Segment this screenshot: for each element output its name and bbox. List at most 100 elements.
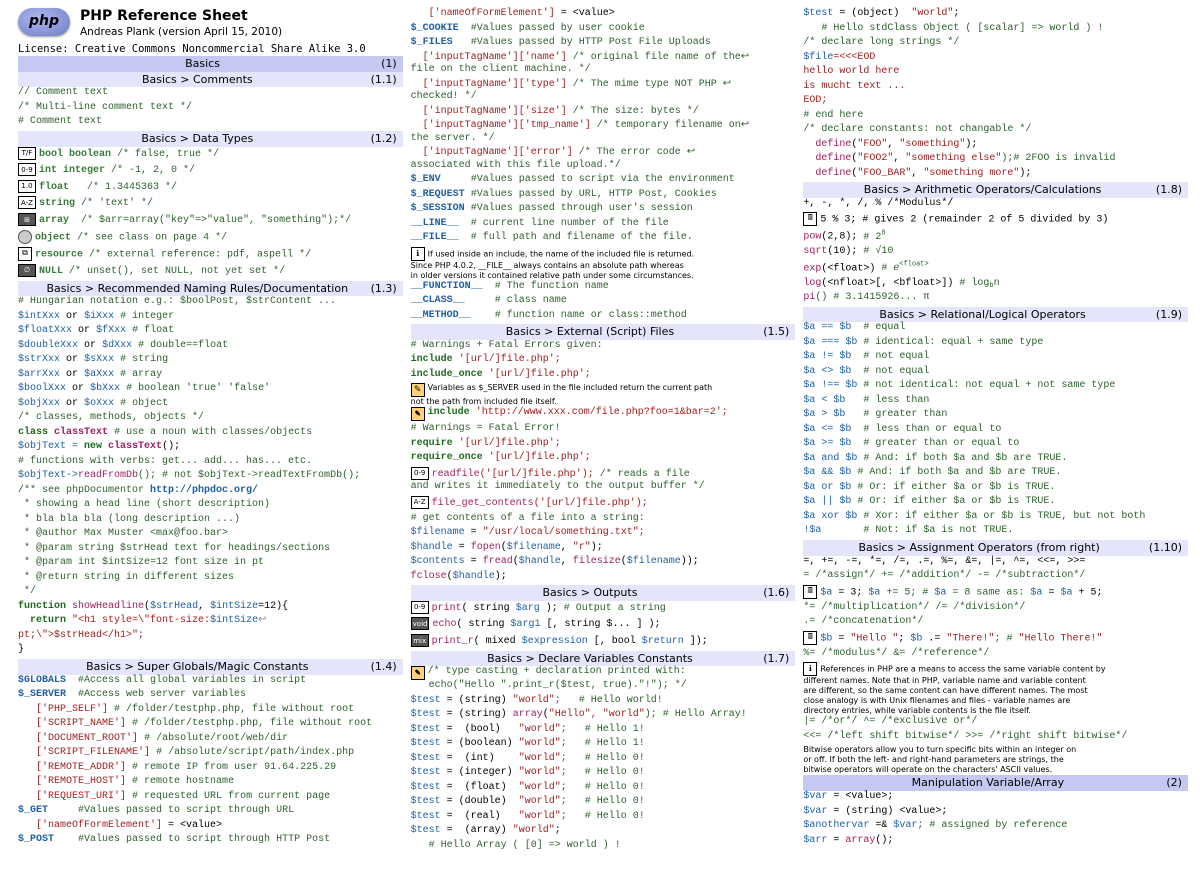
section-number: (1.4) [371, 660, 397, 674]
code-line: include_once '[url/]file.php'; [411, 369, 796, 382]
code-line: ['SCRIPT_FILENAME'] # /absolute/script/p… [18, 747, 403, 760]
code-line: $a && $b # And: if both $a and $b are TR… [803, 467, 1188, 480]
code-line: include '[url/]file.php'; [411, 354, 796, 367]
note-block: ℹReferences in PHP are a means to access… [803, 662, 1188, 716]
code-line: $a !== $b # not identical: not equal + n… [803, 380, 1188, 393]
code-line: ['REMOTE_HOST'] # remote hostname [18, 776, 403, 789]
code-line: ['nameOfFormElement'] = <value> [18, 820, 403, 833]
code-line: pi() # 3.1415926... π [803, 292, 1188, 305]
pencil-icon: ✎ [411, 666, 425, 680]
section-declare: Basics > Declare Variables Constants (1.… [411, 651, 796, 667]
code-line: ✎include 'http://www.xxx.com/file.php?fo… [411, 407, 796, 421]
section-basics: Basics (1) [18, 56, 403, 72]
code-line: 0-9int integer /* -1, 2, 0 */ [18, 163, 403, 178]
code-line: $_COOKIE #Values passed by user cookie [411, 23, 796, 36]
code-line: $test = (array) "world"; [411, 825, 796, 838]
code-line: * @param int $intSize=12 font size in pt [18, 557, 403, 570]
code-line: exp(<float>) # ℯ<float> [803, 261, 1188, 276]
code-line: ⧉resource /* external reference: pdf, as… [18, 247, 403, 262]
code-line: // Comment text [18, 87, 403, 100]
page-title: PHP Reference Sheet [80, 8, 282, 26]
array-badge-icon: ⊞ [18, 213, 36, 226]
code-line: $_GET #Values passed to script through U… [18, 805, 403, 818]
string-badge-icon: A-Z [18, 196, 36, 209]
code-line: $test = (boolean) "world"; # Hello 1! [411, 738, 796, 751]
code-line: * bla bla bla (long description ...) [18, 514, 403, 527]
title-block: php PHP Reference Sheet Andreas Plank (v… [18, 8, 403, 39]
code-line: # Comment text [18, 116, 403, 129]
code-line: 0-9print( string $arg ); # Output a stri… [411, 601, 796, 616]
page: php PHP Reference Sheet Andreas Plank (v… [0, 0, 1200, 869]
code-line: __FILE__ # full path and filename of the… [411, 232, 796, 245]
section-title: Basics > External (Script) Files [417, 325, 764, 339]
section-title: Basics > Recommended Naming Rules/Docume… [24, 282, 371, 296]
calculator-icon: 🖩 [803, 631, 817, 645]
section-title: Manipulation Variable/Array [809, 776, 1166, 790]
code-line: $objText = new classText(); [18, 441, 403, 454]
int-badge-icon: 0-9 [411, 601, 429, 614]
section-naming: Basics > Recommended Naming Rules/Docume… [18, 281, 403, 297]
code-line: pt;\">$strHead</h1>"; [18, 630, 403, 643]
code-line: A-Zfile_get_contents('[url/]file.php'); [411, 496, 796, 511]
section-number: (1.6) [763, 586, 789, 600]
code-line: $contents = fread($handle, filesize($fil… [411, 556, 796, 569]
calculator-icon: 🖩 [803, 212, 817, 226]
code-line: $a == $b # equal [803, 322, 1188, 335]
code-line: $a === $b # identical: equal + same type [803, 337, 1188, 350]
section-title: Basics > Outputs [417, 586, 764, 600]
column-3: $test = (object) "world"; # Hello stdCla… [803, 8, 1188, 854]
section-comments: Basics > Comments (1.1) [18, 72, 403, 88]
code-line: $_POST #Values passed to script through … [18, 834, 403, 847]
code-line: class classText # use a noun with classe… [18, 427, 403, 440]
section-title: Basics > Relational/Logical Operators [809, 308, 1156, 322]
code-line: ✎/* type casting + declaration printed w… [411, 666, 796, 693]
code-line: $_FILES #Values passed by HTTP Post File… [411, 37, 796, 50]
code-line: 1.0float /* 1.3445363 */ [18, 180, 403, 195]
code-line: ['inputTagName']['type'] /* The mime typ… [411, 79, 796, 104]
section-title: Basics > Comments [24, 73, 371, 87]
pencil-icon: ✎ [411, 407, 425, 421]
code-line: /* Multi-line comment text */ [18, 102, 403, 115]
code-line: __METHOD__ # function name or class::met… [411, 310, 796, 323]
section-title: Basics > Assignment Operators (from righ… [809, 541, 1149, 555]
note-block: ✎Variables as $_SERVER used in the file … [411, 383, 796, 407]
code-line: $intXxx or $iXxx # integer [18, 311, 403, 324]
pencil-icon: ✎ [411, 383, 425, 397]
code-line: $filename = "/usr/local/something.txt"; [411, 527, 796, 540]
code-line: $test = (string) "world"; # Hello world! [411, 695, 796, 708]
section-title: Basics > Data Types [24, 132, 371, 146]
code-line: is mucht text ... [803, 81, 1188, 94]
code-line: <<= /*left shift bitwise*/ >>= /*right s… [803, 731, 1188, 744]
code-line: $_REQUEST #Values passed by URL, HTTP Po… [411, 189, 796, 202]
code-line: /** see phpDocumentor http://phpdoc.org/ [18, 485, 403, 498]
code-line: ⊞array /* $arr=array("key"=>"value", "so… [18, 213, 403, 228]
code-line: $objXxx or $oXxx # object [18, 398, 403, 411]
code-line: $a xor $b # Xor: if either $a or $b is T… [803, 511, 1188, 524]
code-line: $test = (object) "world"; [803, 8, 1188, 21]
code-line: $a >= $b # greater than or equal to [803, 438, 1188, 451]
code-line: ['REMOTE_ADDR'] # remote IP from user 91… [18, 762, 403, 775]
code-line: $a <= $b # less than or equal to [803, 424, 1188, 437]
code-line: +, -, *, /, % /*Modulus*/ [803, 198, 1188, 211]
code-line: $GLOBALS #Access all global variables in… [18, 675, 403, 688]
code-line: ['nameOfFormElement'] = <value> [411, 8, 796, 21]
code-line: $test = (int) "world"; # Hello 0! [411, 753, 796, 766]
section-outputs: Basics > Outputs (1.6) [411, 585, 796, 601]
code-line: 0-9readfile('[url/]file.php'); /* reads … [411, 467, 796, 494]
section-datatypes: Basics > Data Types (1.2) [18, 131, 403, 147]
code-line: * showing a head line (short description… [18, 499, 403, 512]
code-line: EOD; [803, 95, 1188, 108]
code-line: __CLASS__ # class name [411, 295, 796, 308]
section-external: Basics > External (Script) Files (1.5) [411, 324, 796, 340]
code-line: |= /*or*/ ^= /*exclusive or*/ [803, 716, 1188, 729]
code-line: 🖩$a = 3; $a += 5; # $a = 8 same as: $a =… [803, 585, 1188, 600]
code-line: log(<nfloat>[, <bfloat>]) # logbn [803, 278, 1188, 291]
section-number: (1.5) [763, 325, 789, 339]
code-line: $file=<<<EOD [803, 52, 1188, 65]
object-badge-icon [18, 230, 32, 244]
code-line: return "<h1 style=\"font-size:$intSize↩ [18, 615, 403, 628]
code-line: pow(2,8); # 28 [803, 229, 1188, 244]
code-line: ['inputTagName']['size'] /* The size: by… [411, 106, 796, 119]
mixed-badge-icon: mix [411, 634, 429, 647]
code-line: A-Zstring /* 'text' */ [18, 196, 403, 211]
